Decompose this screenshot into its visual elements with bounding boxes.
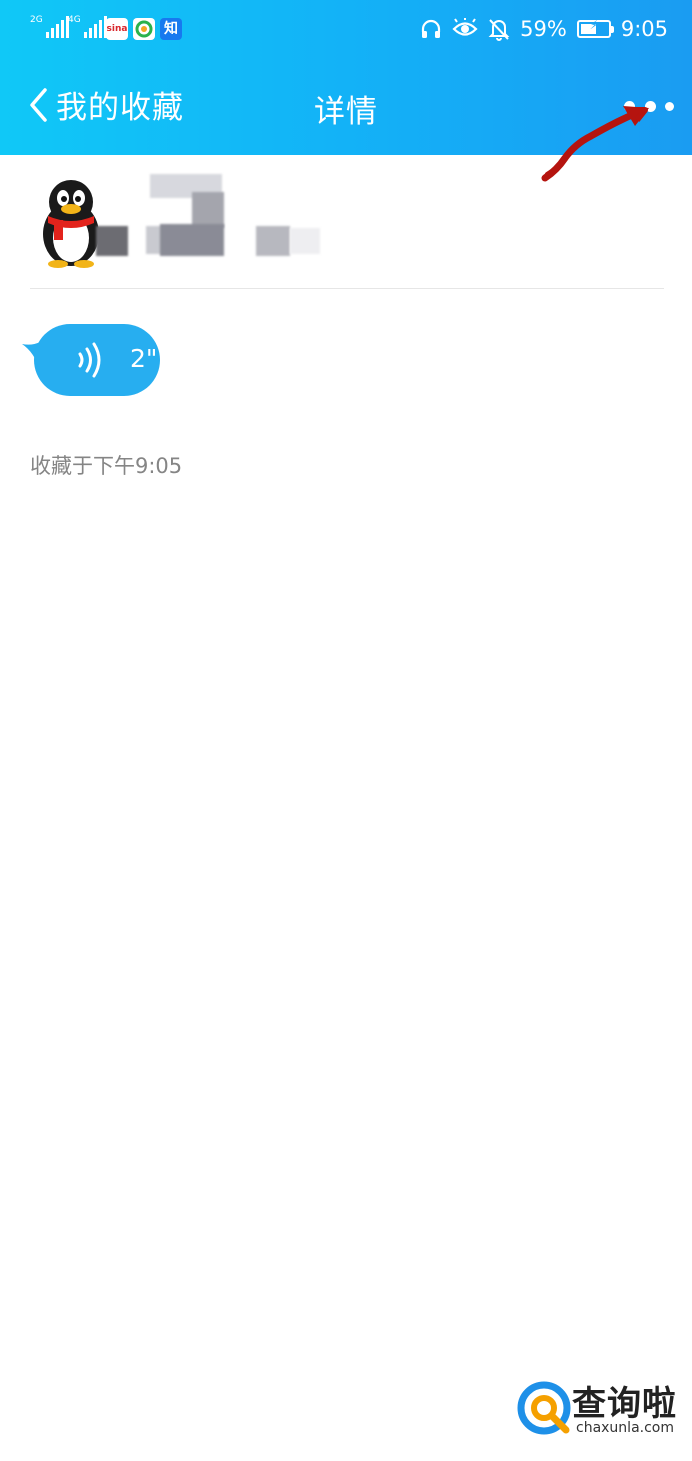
- sina-icon: sina: [106, 18, 128, 40]
- status-bar: 2G 4G sina 知 59% ⚡ 9:05: [0, 0, 692, 60]
- network-type-label: 4G: [68, 15, 81, 25]
- signal-strength-icon: 4G: [68, 16, 107, 38]
- bell-off-icon: [488, 19, 510, 41]
- zhihu-icon: 知: [160, 18, 182, 40]
- battery-percent: 59%: [520, 17, 567, 41]
- watermark-brand: 查询啦: [572, 1384, 677, 1424]
- status-right: 59% ⚡ 9:05: [420, 14, 668, 44]
- voice-message-bubble[interactable]: 2": [22, 324, 160, 396]
- photo-app-icon: [133, 18, 155, 40]
- headphones-icon: [422, 19, 441, 38]
- battery-icon: ⚡: [576, 18, 614, 38]
- voice-wave-icon: [78, 342, 101, 378]
- redaction-block: [96, 226, 128, 256]
- signal-strength-icon: 2G: [30, 16, 69, 38]
- redaction-block: [192, 192, 224, 228]
- more-dot: [665, 101, 674, 111]
- voice-duration: 2": [130, 344, 158, 373]
- watermark: 查询啦 chaxunla.com: [516, 1378, 686, 1440]
- watermark-url: chaxunla.com: [576, 1420, 674, 1436]
- redaction-block: [256, 226, 290, 256]
- network-type-label: 2G: [30, 15, 43, 25]
- clock: 9:05: [620, 17, 668, 41]
- search-logo-icon: [517, 1381, 571, 1435]
- sender-row[interactable]: [30, 170, 664, 289]
- saved-time-label: 收藏于下午9:05: [30, 454, 183, 478]
- redaction-block: [160, 224, 224, 256]
- redaction-block: [290, 228, 320, 254]
- eye-icon: [452, 18, 478, 36]
